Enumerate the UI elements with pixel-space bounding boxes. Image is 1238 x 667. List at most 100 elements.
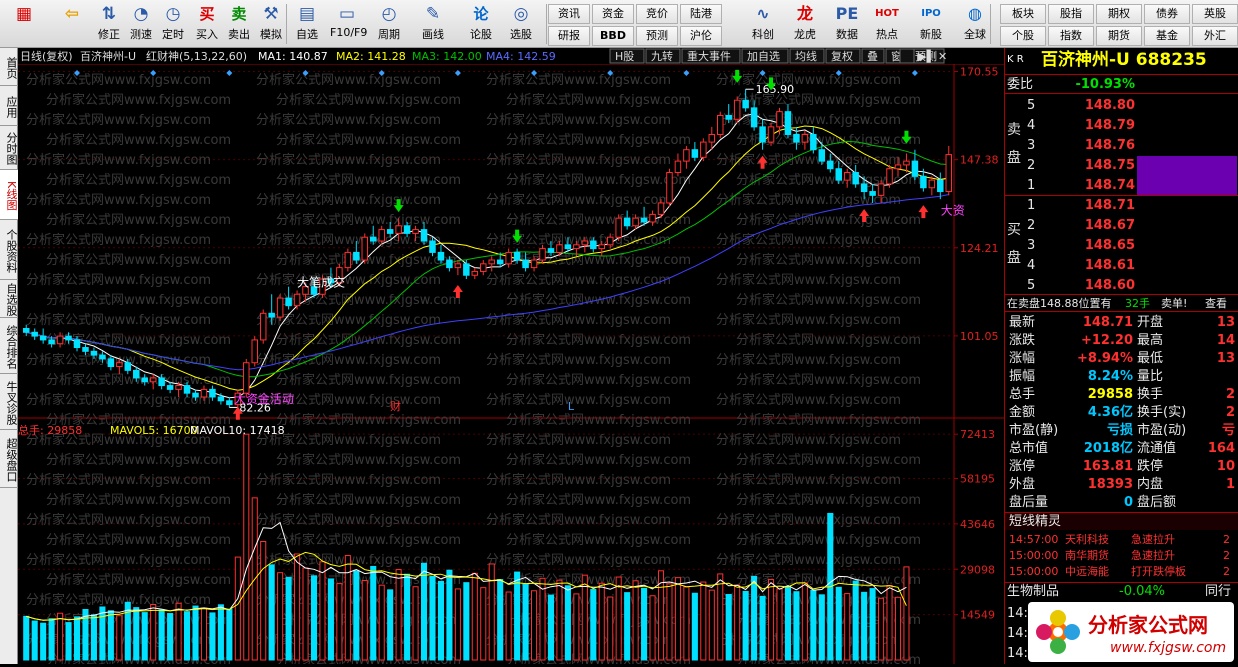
left-tab-K线图[interactable]: K线图 <box>0 170 18 220</box>
quick-button-研报[interactable]: 研报 <box>548 26 590 46</box>
toolbar-button-全球[interactable]: ◍ 全球 <box>956 2 994 46</box>
left-tab-应用[interactable]: 应用 <box>0 86 18 126</box>
volume-tick-label: 72413 <box>960 428 995 441</box>
watermark-text: 分析家公式网www.fxjgsw.com <box>26 72 211 88</box>
order-alert-more[interactable]: 查看 <box>1205 295 1227 313</box>
candle-body <box>90 350 98 356</box>
toolbar-label: 模拟 <box>260 28 282 41</box>
toolbar-button-模拟[interactable]: ⚒ 模拟 <box>254 2 288 46</box>
market-button-基金[interactable]: 基金 <box>1144 26 1190 46</box>
left-tab-个股资料[interactable]: 个股资料 <box>0 220 18 280</box>
left-tab-首页[interactable]: 首页 <box>0 48 18 86</box>
market-button-板块[interactable]: 板块 <box>1000 4 1046 24</box>
candle-body <box>928 179 936 189</box>
candle-body <box>259 312 267 341</box>
market-button-股指[interactable]: 股指 <box>1048 4 1094 24</box>
chart-annotation: 大资金活动 <box>234 391 294 406</box>
quick-button-资讯[interactable]: 资讯 <box>548 4 590 24</box>
stat-value: 163.81 <box>1082 459 1133 474</box>
watermark-text: 分析家公式网www.fxjgsw.com <box>46 132 231 148</box>
market-button-英股[interactable]: 英股 <box>1192 4 1238 24</box>
watermark-text: 分析家公式网www.fxjgsw.com <box>46 452 231 468</box>
volume-bar <box>590 589 597 661</box>
toolbar-button-定时[interactable]: ◷ 定时 <box>156 2 190 46</box>
stat-label: 涨跌 <box>1009 333 1036 348</box>
candle-body <box>573 244 580 250</box>
toolbar-button-热点[interactable]: HOT 热点 <box>868 2 906 46</box>
weibi-row: 委比 -10.93% <box>1005 74 1238 94</box>
market-button-个股[interactable]: 个股 <box>1000 26 1046 46</box>
quick-button-BBD[interactable]: BBD <box>592 26 634 46</box>
wizard-stock[interactable]: 天利科技 <box>1065 532 1109 548</box>
toolbar-button-科创[interactable]: ∿ 科创 <box>744 2 782 46</box>
toolbar-button-F10/F9[interactable]: ▭ F10/F9 <box>330 2 367 46</box>
chart-annotation: 大资 <box>941 203 965 217</box>
watermark-text: 分析家公式网www.fxjgsw.com <box>46 212 231 228</box>
watermark-text: 分析家公式网www.fxjgsw.com <box>486 112 671 128</box>
volume-bar <box>387 589 394 661</box>
watermark-text: 分析家公式网www.fxjgsw.com <box>716 552 901 568</box>
stat-value: 亏损 <box>1106 423 1133 438</box>
candle-body <box>793 133 800 143</box>
candle-body <box>124 362 132 371</box>
toolbar-button-周期[interactable]: ◴ 周期 <box>372 2 406 46</box>
volume-tick-label: 14549 <box>960 609 995 622</box>
system-menu-icon: ▦ <box>15 4 33 24</box>
watermark-text: 分析家公式网www.fxjgsw.com <box>716 152 901 168</box>
toolbar-button-修正[interactable]: ⇅ 修正 <box>92 2 126 46</box>
wizard-stock[interactable]: 南华期货 <box>1065 548 1109 564</box>
kline-chart-svg[interactable]: 170.55 147.38 124.21 101.05 72413 58195 43646 2… <box>18 48 1004 667</box>
candle-body <box>945 154 953 193</box>
toolbar-button-新股[interactable]: IPO 新股 <box>912 2 950 46</box>
market-button-债券[interactable]: 债券 <box>1144 4 1190 24</box>
volume-header-mavol5: MAVOL5: 16700 <box>110 424 198 437</box>
toolbar-button-选股[interactable]: ◎ 选股 <box>504 2 538 46</box>
ask-level: 1 <box>1027 178 1036 193</box>
toolbar-button-back-arrow-icon[interactable]: ⇦ <box>52 2 92 46</box>
volume-bar <box>404 573 411 661</box>
quick-button-沪伦[interactable]: 沪伦 <box>680 26 722 46</box>
market-button-期货[interactable]: 期货 <box>1096 26 1142 46</box>
market-button-期权[interactable]: 期权 <box>1096 4 1142 24</box>
toolbar-button-买入[interactable]: 买买入 <box>190 2 224 46</box>
quick-button-预测[interactable]: 预测 <box>636 26 678 46</box>
kline-chart-area[interactable]: 170.55 147.38 124.21 101.05 72413 58195 43646 2… <box>18 48 1004 667</box>
volume-bar <box>624 592 631 661</box>
chart-annotation: 财 <box>390 399 401 413</box>
volume-bar <box>158 609 165 661</box>
toolbar-label: 新股 <box>920 28 942 41</box>
market-button-指数[interactable]: 指数 <box>1048 26 1094 46</box>
toolbar-button-system-menu-icon[interactable]: ▦ <box>4 2 44 46</box>
quick-button-陆港[interactable]: 陆港 <box>680 4 722 24</box>
candle-body <box>39 335 47 341</box>
toolbar-button-测速[interactable]: ◔ 测速 <box>124 2 158 46</box>
toolbar-button-论股[interactable]: 论论股 <box>464 2 498 46</box>
stat-label: 总手 <box>1009 387 1036 402</box>
toolbar-button-画线[interactable]: ✎ 画线 <box>416 2 450 46</box>
left-tab-自选股[interactable]: 自选股 <box>0 280 18 318</box>
left-tab-牛叉诊股[interactable]: 牛叉诊股 <box>0 374 18 430</box>
candle-body <box>158 377 165 387</box>
price-tick-label: 147.38 <box>960 154 999 167</box>
watermark-text: 分析家公式网www.fxjgsw.com <box>506 532 691 548</box>
quick-button-资金[interactable]: 资金 <box>592 4 634 24</box>
left-tab-分时图[interactable]: 分时图 <box>0 126 18 170</box>
watermark-text: 分析家公式网www.fxjgsw.com <box>26 312 211 328</box>
ask-row: 4 148.79 <box>1005 116 1238 136</box>
sell-side-char: 卖 <box>1007 122 1021 138</box>
left-tab-综合排名[interactable]: 综合排名 <box>0 318 18 374</box>
toolbar-button-自选[interactable]: ▤ 自选 <box>290 2 324 46</box>
toolbar-button-数据[interactable]: PE 数据 <box>828 2 866 46</box>
toolbar-label: 自选 <box>296 28 318 41</box>
toolbar-button-卖出[interactable]: 卖卖出 <box>222 2 256 46</box>
toolbar-button-龙虎[interactable]: 龙龙虎 <box>786 2 824 46</box>
short-wizard-row: 14:57:00 天利科技 急速拉升 2 <box>1005 532 1238 548</box>
quick-button-竞价[interactable]: 竞价 <box>636 4 678 24</box>
watermark-text: 分析家公式网www.fxjgsw.com <box>276 412 461 428</box>
wizard-stock[interactable]: 中远海能 <box>1065 564 1109 580</box>
market-button-外汇[interactable]: 外汇 <box>1192 26 1238 46</box>
watermark-text: 分析家公式网www.fxjgsw.com <box>46 572 231 588</box>
bid-price: 148.71 <box>1084 198 1135 213</box>
left-tab-超级盘口[interactable]: 超级盘口 <box>0 430 18 488</box>
volume-bar <box>99 606 106 661</box>
